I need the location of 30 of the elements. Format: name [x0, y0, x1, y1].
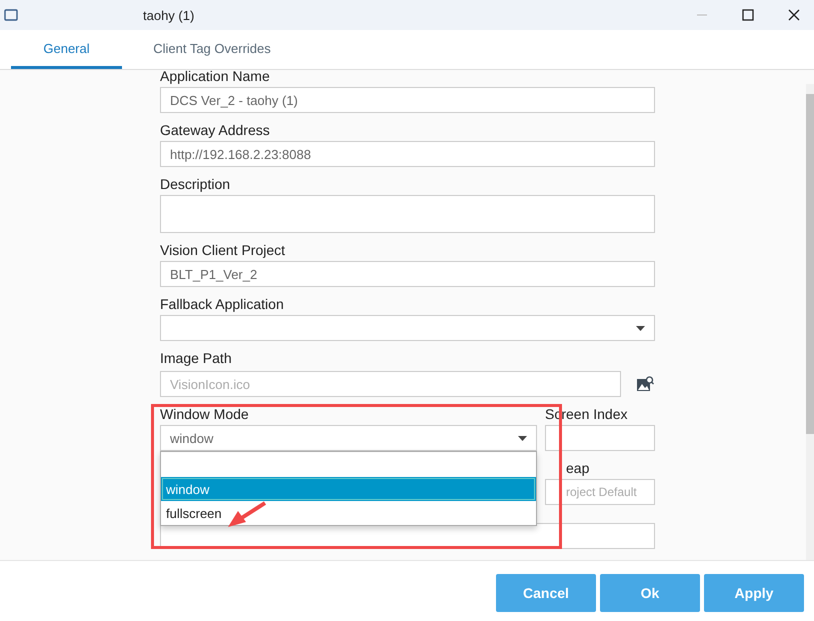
- dropdown-option[interactable]: fullscreen: [161, 501, 536, 525]
- field-label: Image Path: [160, 349, 233, 367]
- maximize-icon[interactable]: [742, 9, 754, 21]
- field-label: eap: [566, 459, 590, 477]
- input-field[interactable]: roject Default: [545, 479, 655, 505]
- field-label: Window Mode: [160, 405, 250, 423]
- field-label: Description: [160, 175, 232, 193]
- text-field[interactable]: BLT_P1_Ver_2: [160, 261, 655, 287]
- field-label: Gateway Address: [160, 121, 271, 139]
- close-icon[interactable]: [788, 9, 800, 21]
- caret-icon: [636, 326, 645, 330]
- text-field[interactable]: [545, 425, 655, 451]
- image-icon[interactable]: [637, 376, 654, 392]
- apply-button[interactable]: Apply: [704, 574, 804, 612]
- text-field[interactable]: http://192.168.2.23:8088: [160, 141, 655, 167]
- scrollbar[interactable]: [806, 84, 814, 560]
- cancel-button[interactable]: Cancel: [496, 574, 596, 612]
- field-label: Fallback Application: [160, 295, 285, 313]
- annotation-arrow: [228, 501, 266, 527]
- dropdown-option[interactable]: window: [161, 477, 536, 501]
- field-label: Vision Client Project: [160, 241, 286, 259]
- window-title: taohy (1): [143, 8, 194, 22]
- input-field[interactable]: VisionIcon.ico: [160, 371, 621, 397]
- ok-button[interactable]: Ok: [600, 574, 700, 612]
- app-icon: [4, 8, 18, 22]
- field-label: Application Name: [160, 70, 271, 85]
- text-field[interactable]: DCS Ver_2 - taohy (1): [160, 87, 655, 113]
- dropdown[interactable]: window: [160, 425, 537, 451]
- tab[interactable]: Client Tag Overrides: [132, 30, 292, 69]
- caret-icon: [518, 436, 527, 440]
